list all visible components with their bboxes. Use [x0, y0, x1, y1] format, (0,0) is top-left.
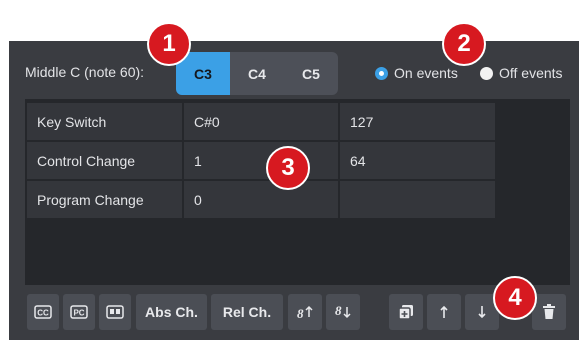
- table-cell-param1[interactable]: 0: [184, 181, 338, 218]
- add-keyswitch-button[interactable]: [99, 294, 131, 330]
- callout-1: 1: [147, 22, 191, 66]
- duplicate-icon: [398, 305, 413, 320]
- rel-ch-button[interactable]: Rel Ch.: [211, 294, 283, 330]
- add-cc-button[interactable]: CC: [27, 294, 59, 330]
- octave-up-icon: 8: [297, 305, 313, 321]
- table-cell-param1[interactable]: 1: [184, 142, 338, 179]
- svg-text:8: 8: [297, 306, 304, 321]
- move-up-button[interactable]: [427, 294, 461, 330]
- table-cell-type[interactable]: Key Switch: [27, 103, 182, 140]
- duplicate-button[interactable]: [389, 294, 423, 330]
- callout-2: 2: [442, 22, 486, 66]
- table-cell-param1[interactable]: C#0: [184, 103, 338, 140]
- cc-icon: CC: [34, 305, 52, 319]
- table-cell-type[interactable]: Program Change: [27, 181, 182, 218]
- switch-toolbar: CC PC Abs Ch. Rel Ch. 8 8: [25, 294, 570, 330]
- table-cell-param2[interactable]: 64: [340, 142, 495, 179]
- table-cell-param2[interactable]: [340, 181, 495, 218]
- on-events-label: On events: [394, 65, 458, 81]
- move-down-icon: [478, 306, 486, 319]
- abs-ch-button[interactable]: Abs Ch.: [136, 294, 207, 330]
- move-up-icon: [440, 305, 448, 318]
- middle-c-option-c5[interactable]: C5: [284, 52, 338, 95]
- octave-up-button[interactable]: 8: [288, 294, 322, 330]
- svg-text:PC: PC: [73, 309, 84, 318]
- radio-selected-icon: [375, 66, 388, 80]
- octave-down-icon: 8: [335, 303, 351, 319]
- table-cell-type[interactable]: Control Change: [27, 142, 182, 179]
- svg-text:CC: CC: [37, 309, 49, 318]
- keyswitch-icon: [106, 305, 124, 319]
- callout-4: 4: [493, 276, 537, 320]
- table-cell-param2[interactable]: 127: [340, 103, 495, 140]
- off-events-radio[interactable]: Off events: [480, 65, 563, 81]
- octave-down-button[interactable]: 8: [326, 294, 360, 330]
- add-pc-button[interactable]: PC: [63, 294, 95, 330]
- switch-table: Key Switch C#0 127 Control Change 1 64 P…: [25, 99, 570, 285]
- callout-3: 3: [266, 146, 310, 190]
- trash-icon: [543, 304, 555, 319]
- middle-c-option-c4[interactable]: C4: [230, 52, 284, 95]
- svg-text:8: 8: [335, 303, 342, 318]
- delete-button[interactable]: [532, 294, 566, 330]
- radio-unselected-icon: [480, 66, 493, 80]
- on-events-radio[interactable]: On events: [375, 65, 458, 81]
- middle-c-label: Middle C (note 60):: [25, 64, 145, 80]
- off-events-label: Off events: [499, 65, 563, 81]
- pc-icon: PC: [70, 305, 88, 319]
